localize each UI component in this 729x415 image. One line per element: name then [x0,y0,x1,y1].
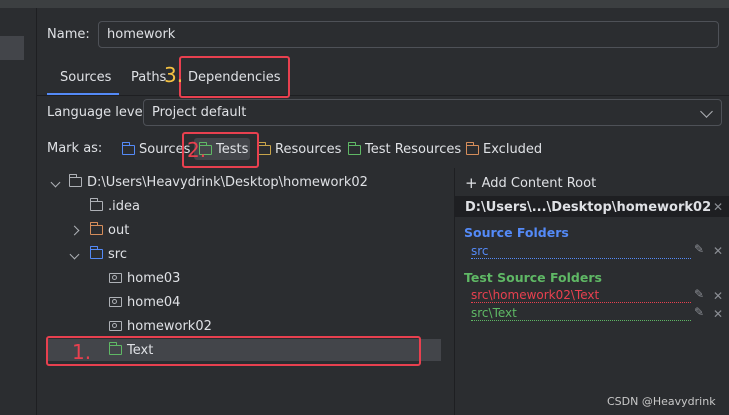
name-input-value: homework [107,27,176,42]
mark-resources-button[interactable]: Resources [257,141,342,157]
tree-row-home04[interactable]: home04 [109,290,180,314]
source-folder-icon [89,246,103,259]
test-source-folders-title: Test Source Folders [464,270,602,285]
test-source-folder-path: src\Text [471,306,691,321]
mark-sources-button[interactable]: Sources [121,141,190,157]
chevron-right-icon[interactable] [69,225,80,235]
tree-row-root[interactable]: D:\Users\Heavydrink\Desktop\homework02 [50,170,368,194]
edit-pencil-icon[interactable]: ✎ [694,242,704,256]
chevron-down-icon[interactable] [69,249,80,259]
tree-label-home03: home03 [127,270,181,286]
plus-icon: + [465,174,478,192]
package-icon [109,273,122,283]
edit-pencil-icon[interactable]: ✎ [694,305,704,319]
content-root-path: D:\Users\...\Desktop\homework02 [465,200,712,215]
mark-as-label: Mark as: [47,141,103,156]
add-content-root-button[interactable]: + Add Content Root [465,174,596,192]
tab-sources[interactable]: Sources [60,70,111,85]
package-icon [109,321,122,331]
window-top-bar [0,0,729,8]
remove-root-icon[interactable]: ✕ [713,200,723,214]
edit-pencil-icon[interactable]: ✎ [694,287,704,301]
tree-label-out: out [108,222,130,238]
test-source-folder-path: src\homework02\Text [471,288,691,303]
mark-test-resources-button[interactable]: Test Resources [347,141,462,157]
source-folder-icon [121,141,135,155]
tree-label-root: D:\Users\Heavydrink\Desktop\homework02 [87,174,368,190]
package-icon [109,297,122,307]
remove-icon[interactable]: ✕ [713,244,723,258]
tree-row-home03[interactable]: home03 [109,266,180,290]
tree-row-out[interactable]: out [69,218,130,242]
module-list-pane [0,8,37,415]
mark-test-resources-label: Test Resources [365,142,462,157]
tree-label-homework02: homework02 [127,318,212,334]
test-resources-folder-icon [347,141,361,155]
language-level-label: Language level: [47,105,151,120]
module-list-selected-item[interactable] [0,36,24,60]
source-folder-path: src [471,244,691,259]
watermark: CSDN @Heavydrink [607,395,716,408]
folder-icon [68,174,82,187]
tree-label-home04: home04 [127,294,181,310]
excluded-folder-icon [465,141,479,155]
tree-label-src: src [108,246,127,262]
mark-excluded-label: Excluded [483,142,543,157]
remove-icon[interactable]: ✕ [713,307,723,321]
tree-row-src[interactable]: src [69,242,127,266]
name-input[interactable]: homework [98,21,719,48]
language-level-value: Project default [152,105,247,120]
tree-label-idea: .idea [108,198,140,214]
annotation-step-1: 1. [72,340,92,364]
excluded-folder-icon [89,222,103,235]
folder-icon [89,198,103,211]
tab-paths[interactable]: Paths [131,70,166,85]
resources-folder-icon [257,141,271,155]
language-level-select[interactable]: Project default [143,99,722,126]
tree-row-homework02[interactable]: homework02 [109,314,212,338]
tabs-separator [37,95,729,96]
annotation-box-text-folder [46,336,421,366]
annotation-box-dependencies [179,56,290,98]
chevron-down-icon [700,105,713,118]
add-content-root-label: Add Content Root [481,175,597,191]
annotation-step-3: 3. [164,63,184,87]
tree-row-idea[interactable]: .idea [89,194,140,218]
mark-resources-label: Resources [275,142,342,157]
mark-excluded-button[interactable]: Excluded [465,141,543,157]
name-label: Name: [47,27,90,42]
chevron-down-icon[interactable] [50,177,61,187]
remove-icon[interactable]: ✕ [713,289,723,303]
annotation-step-2: 2. [187,138,207,162]
source-folders-title: Source Folders [464,225,569,240]
